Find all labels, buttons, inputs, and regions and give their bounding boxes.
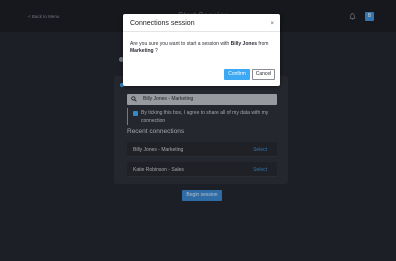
cancel-button[interactable]: Cancel: [252, 69, 275, 80]
dialog-divider: [123, 31, 280, 32]
close-icon[interactable]: ×: [270, 21, 274, 27]
confirm-button[interactable]: Confirm: [224, 69, 250, 80]
dialog-title: Connections session: [130, 20, 195, 27]
dialog-message: Are you sure you want to start a session…: [130, 41, 269, 54]
confirmation-dialog: Connections session × Are you sure you w…: [123, 14, 280, 86]
